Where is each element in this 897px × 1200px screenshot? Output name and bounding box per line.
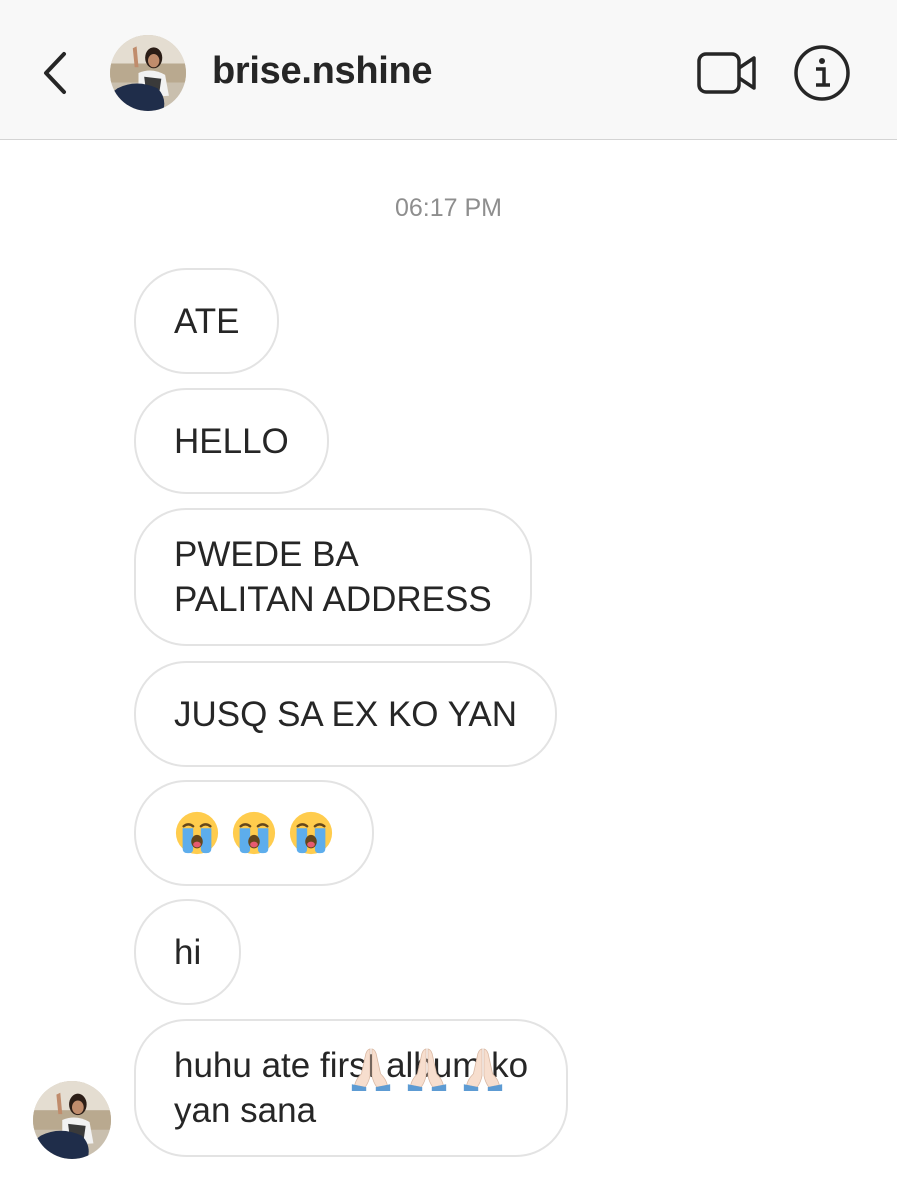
sender-avatar[interactable] (33, 1081, 111, 1159)
message-bubble[interactable]: PWEDE BA PALITAN ADDRESS (134, 508, 532, 646)
loudly-crying-face-icon (231, 810, 277, 856)
message-bubble[interactable]: hi (134, 899, 242, 1005)
message-bubble[interactable] (134, 780, 374, 886)
message-text: ATE (174, 301, 240, 341)
info-icon (794, 45, 850, 101)
info-button[interactable] (793, 44, 851, 102)
message-bubble[interactable]: huhu ate first album ko yan sana (134, 1019, 569, 1157)
chevron-left-icon (44, 52, 66, 94)
username[interactable]: brise.nshine (212, 50, 433, 93)
message-timestamp: 06:17 PM (394, 194, 502, 222)
video-camera-icon (697, 52, 756, 94)
message-text: hi (174, 932, 202, 972)
video-call-button[interactable] (696, 50, 758, 96)
message-text: JUSQ SA EX KO YAN (174, 694, 517, 734)
message-text: HELLO (174, 421, 289, 461)
message-bubble[interactable]: JUSQ SA EX KO YAN (134, 661, 557, 767)
message-text: PWEDE BA PALITAN ADDRESS (174, 535, 492, 619)
emoji-group (348, 1045, 506, 1091)
message-content: huhu ate first album ko yan sana (174, 998, 528, 1178)
folded-hands-icon (460, 1045, 506, 1091)
avatar[interactable] (110, 35, 186, 111)
folded-hands-icon (348, 1045, 394, 1091)
loudly-crying-face-icon (174, 810, 220, 856)
message-bubble[interactable]: ATE (134, 268, 280, 374)
emoji-group (174, 810, 334, 856)
message-bubble[interactable]: HELLO (134, 388, 329, 494)
back-button[interactable] (36, 48, 76, 98)
conversation-header: brise.nshine (0, 0, 897, 140)
loudly-crying-face-icon (288, 810, 334, 856)
folded-hands-icon (404, 1045, 450, 1091)
